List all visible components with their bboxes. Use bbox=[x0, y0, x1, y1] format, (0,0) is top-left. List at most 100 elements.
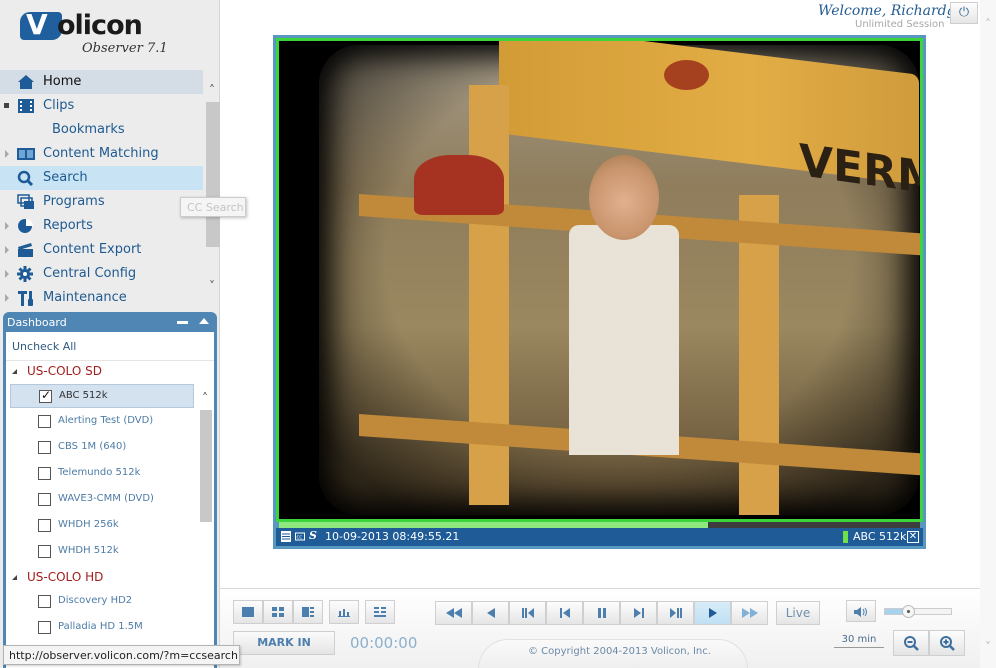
fast-rewind-button[interactable] bbox=[435, 601, 472, 625]
fast-forward-button[interactable] bbox=[731, 601, 768, 625]
logo-letter: V bbox=[26, 8, 48, 41]
group-header[interactable]: US-COLO SD bbox=[6, 362, 196, 382]
channel-item[interactable]: Telemundo 512k bbox=[10, 462, 194, 486]
logout-button[interactable]: ⏻ bbox=[950, 2, 978, 24]
nav-label: Content Matching bbox=[43, 146, 159, 161]
nav-scrollbar[interactable]: ˄ ˅ bbox=[203, 70, 220, 306]
checkbox[interactable] bbox=[38, 441, 51, 454]
scroll-up-icon[interactable]: ˄ bbox=[199, 392, 211, 404]
welcome-text: Welcome, Richardg bbox=[818, 3, 956, 19]
zoom-out-button[interactable] bbox=[893, 630, 929, 656]
nav-item-content-export[interactable]: Content Export bbox=[0, 238, 203, 262]
checkbox[interactable] bbox=[38, 621, 51, 634]
checkbox[interactable] bbox=[38, 467, 51, 480]
video-content: VERM bbox=[319, 41, 920, 515]
expanded-arrow-icon[interactable] bbox=[12, 369, 17, 374]
split-view-button[interactable] bbox=[293, 600, 323, 624]
mute-button[interactable] bbox=[846, 600, 876, 622]
rewind-button[interactable] bbox=[472, 601, 509, 625]
step-forward-frame-button[interactable] bbox=[657, 601, 694, 625]
scroll-up-icon[interactable]: ˄ bbox=[206, 84, 218, 96]
checkbox[interactable] bbox=[38, 595, 51, 608]
quad-view-button[interactable] bbox=[263, 600, 293, 624]
pause-button[interactable] bbox=[583, 601, 620, 625]
volicon-logo[interactable]: V olicon Observer 7.1 bbox=[20, 8, 200, 62]
nav-label: Content Export bbox=[43, 242, 142, 257]
group-name: US-COLO HD bbox=[27, 570, 104, 584]
expanded-arrow-icon[interactable] bbox=[4, 103, 9, 108]
channel-item[interactable]: ✓ ABC 512k bbox=[10, 384, 194, 408]
collapsed-arrow-icon[interactable] bbox=[5, 294, 9, 302]
transcript-icon[interactable] bbox=[281, 531, 291, 542]
nav-item-home[interactable]: Home bbox=[0, 70, 203, 94]
volume-knob[interactable] bbox=[902, 605, 916, 618]
scroll-down-icon[interactable]: ˅ bbox=[206, 280, 218, 292]
main-nav: Home Clips Bookmarks Content Matching Se… bbox=[0, 70, 203, 310]
channel-item[interactable]: WAVE3-CMM (DVD) bbox=[10, 488, 194, 512]
nav-item-search[interactable]: Search bbox=[0, 166, 203, 190]
session-text: Unlimited Session bbox=[855, 19, 945, 30]
scroll-up-icon[interactable]: ˄ bbox=[982, 18, 994, 30]
checkbox[interactable] bbox=[38, 545, 51, 558]
collapsed-arrow-icon[interactable] bbox=[5, 150, 9, 158]
nav-item-central-config[interactable]: Central Config bbox=[0, 262, 203, 286]
minimize-icon[interactable] bbox=[177, 321, 188, 324]
product-name: Observer 7.1 bbox=[82, 41, 168, 56]
checkbox[interactable] bbox=[38, 519, 51, 532]
channel-item[interactable]: Palladia HD 1.5M bbox=[10, 616, 194, 640]
video-frame[interactable]: VERM bbox=[276, 38, 923, 522]
channel-item[interactable]: Discovery HD2 bbox=[10, 590, 194, 614]
dashboard-scrollbar[interactable]: ˄ ˅ bbox=[197, 384, 213, 668]
skip-back-button[interactable] bbox=[546, 601, 583, 625]
scroll-thumb[interactable] bbox=[200, 410, 212, 522]
fast-forward-icon bbox=[741, 608, 758, 618]
skip-forward-button[interactable] bbox=[620, 601, 657, 625]
closed-caption-icon[interactable]: cc bbox=[295, 531, 305, 542]
nav-item-reports[interactable]: Reports bbox=[0, 214, 203, 238]
step-back-frame-button[interactable] bbox=[509, 601, 546, 625]
nav-item-bookmarks[interactable]: Bookmarks bbox=[0, 118, 203, 142]
nav-item-content-matching[interactable]: Content Matching bbox=[0, 142, 203, 166]
play-icon bbox=[708, 608, 717, 618]
play-button[interactable] bbox=[694, 601, 731, 625]
uncheck-all-link[interactable]: Uncheck All bbox=[12, 340, 76, 353]
group-header[interactable]: US-COLO HD bbox=[6, 568, 196, 588]
channel-item[interactable]: WHDH 512k bbox=[10, 540, 194, 564]
nav-item-clips[interactable]: Clips bbox=[0, 94, 203, 118]
tools-icon bbox=[18, 291, 33, 306]
checkbox[interactable]: ✓ bbox=[39, 388, 52, 403]
single-view-button[interactable] bbox=[233, 600, 263, 624]
clapperboard-icon bbox=[18, 243, 33, 257]
close-icon[interactable]: ✕ bbox=[907, 531, 919, 543]
chart-view-button[interactable] bbox=[329, 600, 359, 624]
pie-chart-icon bbox=[18, 219, 33, 233]
checkbox[interactable] bbox=[38, 415, 51, 428]
expanded-arrow-icon[interactable] bbox=[12, 575, 17, 580]
live-button[interactable]: Live bbox=[776, 601, 820, 625]
signal-indicator bbox=[843, 531, 848, 543]
svg-text:cc: cc bbox=[297, 535, 303, 541]
page-scrollbar[interactable]: ˄ ˅ bbox=[980, 0, 996, 668]
collapsed-arrow-icon[interactable] bbox=[5, 222, 9, 230]
scroll-down-icon[interactable]: ˅ bbox=[982, 641, 994, 653]
collapsed-arrow-icon[interactable] bbox=[5, 270, 9, 278]
divider bbox=[6, 360, 214, 361]
scroll-thumb[interactable] bbox=[206, 102, 220, 247]
dashboard-title: Dashboard bbox=[7, 316, 67, 329]
zoom-in-button[interactable] bbox=[929, 630, 965, 656]
mark-in-button[interactable]: MARK IN bbox=[233, 631, 335, 655]
s-logo-icon[interactable]: S bbox=[309, 529, 319, 542]
channel-item[interactable]: CBS 1M (640) bbox=[10, 436, 194, 460]
volume-slider[interactable] bbox=[884, 605, 952, 618]
nav-item-programs[interactable]: Programs bbox=[0, 190, 203, 214]
zoom-out-icon bbox=[904, 636, 919, 651]
rewind-icon bbox=[486, 608, 495, 618]
list-view-button[interactable] bbox=[365, 600, 395, 624]
nav-item-maintenance[interactable]: Maintenance bbox=[0, 286, 203, 310]
collapse-icon[interactable] bbox=[199, 318, 209, 324]
channel-item[interactable]: WHDH 256k bbox=[10, 514, 194, 538]
channel-item[interactable]: Alerting Test (DVD) bbox=[10, 410, 194, 434]
step-back-frame-icon bbox=[521, 608, 534, 618]
collapsed-arrow-icon[interactable] bbox=[5, 246, 9, 254]
checkbox[interactable] bbox=[38, 493, 51, 506]
